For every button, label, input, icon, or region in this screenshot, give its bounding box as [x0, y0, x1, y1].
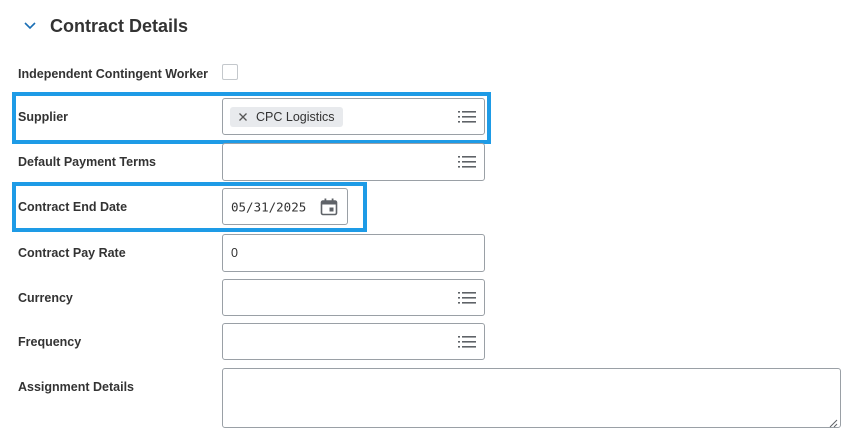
list-icon[interactable]: [458, 110, 476, 124]
default-payment-terms-label: Default Payment Terms: [18, 155, 157, 169]
list-icon[interactable]: [458, 155, 476, 169]
currency-field[interactable]: [222, 279, 485, 316]
contract-pay-rate-input[interactable]: 0: [222, 234, 485, 272]
list-icon[interactable]: [458, 291, 476, 305]
independent-contingent-worker-label: Independent Contingent Worker: [18, 67, 209, 81]
independent-contingent-worker-checkbox[interactable]: [222, 64, 238, 80]
chevron-down-icon[interactable]: [20, 16, 40, 36]
supplier-field[interactable]: CPC Logistics: [222, 98, 485, 135]
supplier-label: Supplier: [18, 110, 69, 124]
contract-end-date-label: Contract End Date: [18, 200, 128, 214]
calendar-icon[interactable]: [320, 198, 338, 216]
section-header: Contract Details: [20, 12, 188, 40]
list-icon[interactable]: [458, 335, 476, 349]
default-payment-terms-field[interactable]: [222, 143, 485, 181]
frequency-field[interactable]: [222, 323, 485, 360]
resize-handle-icon[interactable]: [828, 415, 838, 428]
contract-pay-rate-label: Contract Pay Rate: [18, 246, 126, 260]
assignment-details-label: Assignment Details: [18, 380, 135, 394]
currency-label: Currency: [18, 291, 73, 305]
contract-end-date-field[interactable]: 05/31/2025: [222, 188, 348, 225]
supplier-selected-value: CPC Logistics: [256, 109, 335, 124]
assignment-details-textarea[interactable]: [222, 368, 841, 428]
supplier-selected-pill: CPC Logistics: [230, 106, 343, 127]
section-title: Contract Details: [50, 15, 189, 36]
contract-end-date-value: 05/31/2025: [231, 199, 307, 214]
remove-x-icon[interactable]: [236, 110, 250, 124]
contract-pay-rate-value: 0: [231, 246, 238, 260]
frequency-label: Frequency: [18, 335, 82, 349]
